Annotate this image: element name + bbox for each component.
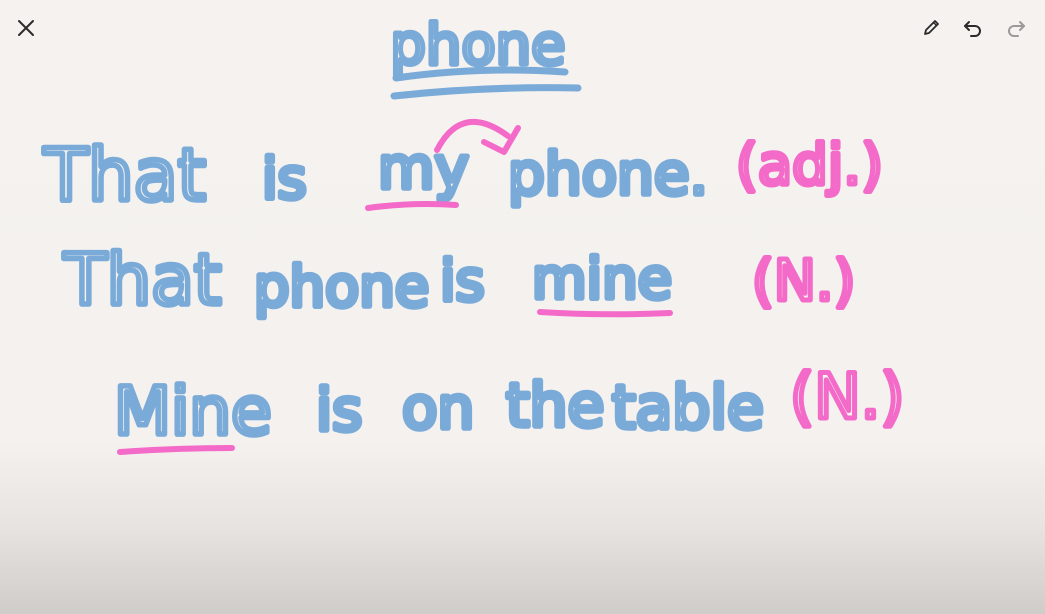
word-the: the <box>506 371 604 441</box>
mine-cap-underline <box>117 445 235 455</box>
word-phone-2: phone <box>254 255 429 320</box>
word-is: is <box>262 147 307 212</box>
handwriting-canvas[interactable]: phone That is my phone. (adj.) That phon… <box>0 0 1045 614</box>
tag-adj: (adj.) <box>736 133 883 198</box>
word-on: on <box>402 374 474 442</box>
sentence-2: That phone is mine (N.) <box>60 236 858 324</box>
word-mine-cap: Mine <box>114 373 272 450</box>
tag-noun-1: (N.) <box>752 249 855 314</box>
word-my: my <box>378 134 469 202</box>
my-underline <box>365 201 459 211</box>
sentence-1: That is my phone. (adj.) <box>40 118 885 220</box>
sentence-3: Mine is on the table (N.) <box>111 358 907 455</box>
word-is-2: is <box>440 249 485 314</box>
word-mine: mine <box>532 247 672 312</box>
word-table: table <box>612 373 764 443</box>
word-is-3: is <box>316 376 362 444</box>
title-underline-2 <box>390 84 582 100</box>
word-phone: phone. <box>508 140 708 208</box>
word-that: That <box>43 133 206 217</box>
word-that-2: That <box>63 239 221 321</box>
mine-underline <box>537 309 673 318</box>
tag-noun-2: (N.) <box>790 360 904 433</box>
